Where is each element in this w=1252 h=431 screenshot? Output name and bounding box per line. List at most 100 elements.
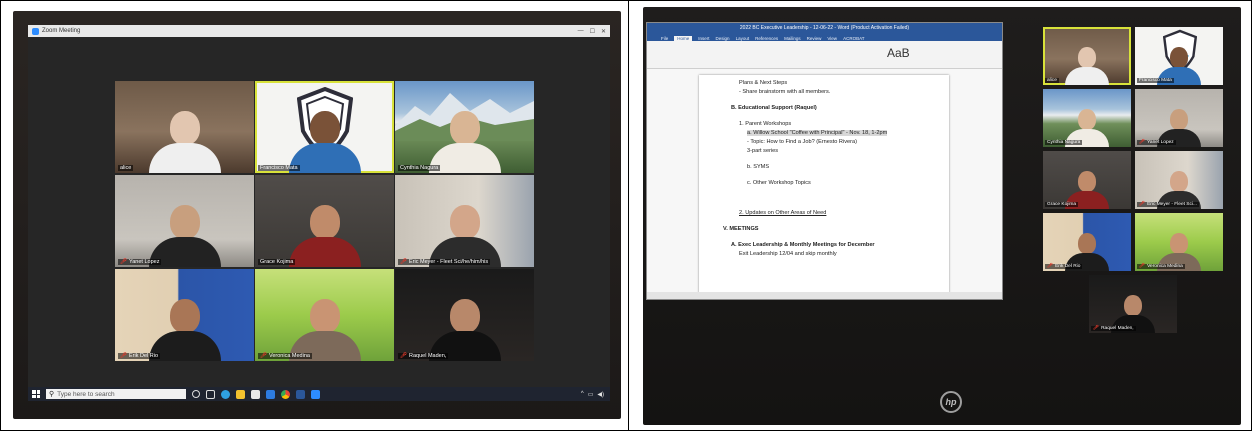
mail-icon[interactable] — [266, 389, 275, 399]
word-window: 2022 BC Executive Leadership - 12-06-22 … — [647, 23, 1002, 299]
participant-name: 🎤︎ Erik Del Rio — [118, 353, 161, 359]
store-icon[interactable] — [251, 389, 260, 399]
participant-name: 🎤︎ Eric Meyer - Fleet Sci/he/him/his — [398, 259, 491, 265]
ribbon-tabs: File Home Insert Design Layout Reference… — [647, 33, 1002, 41]
participant-video — [428, 299, 501, 361]
monitor-left: Zoom Meeting — ☐ ✕ alice Francisco Mata … — [13, 11, 621, 419]
volume-icon[interactable]: ◀) — [597, 391, 604, 398]
network-icon[interactable]: ▭ — [588, 391, 594, 398]
doc-line: 3-part series — [747, 148, 779, 154]
word-window-title: 2022 BC Executive Leadership - 12-06-22 … — [739, 25, 910, 31]
doc-line: Exit Leadership 12/04 and skip monthly — [739, 251, 837, 257]
participant-name: 🎤︎ Raquel Maden, — [1091, 326, 1136, 331]
task-view-icon[interactable] — [206, 389, 215, 399]
gallery-tile-grace-kojima[interactable]: Grace Kojima — [1043, 151, 1131, 209]
gallery-tile-erik-del-rio[interactable]: 🎤︎ Erik Del Rio — [1043, 213, 1131, 271]
word-icon[interactable] — [296, 389, 305, 399]
participant-name: Cynthia Nagura — [1045, 140, 1083, 145]
maximize-button[interactable]: ☐ — [590, 28, 595, 35]
word-titlebar: 2022 BC Executive Leadership - 12-06-22 … — [647, 23, 1002, 33]
minimize-button[interactable]: — — [578, 28, 584, 35]
participant-video — [148, 299, 221, 361]
gallery-tile-veronica-medina[interactable]: 🎤︎ Veronica Medina — [1135, 213, 1223, 271]
participant-name: Grace Kojima — [1045, 202, 1079, 207]
file-explorer-icon[interactable] — [236, 389, 245, 399]
windows-start-icon[interactable] — [32, 390, 40, 398]
gallery-tile-cynthia-nagura[interactable]: Cynthia Nagura — [1043, 89, 1131, 147]
chrome-icon[interactable] — [281, 389, 290, 399]
doc-line-highlighted: a. Willow School "Coffee with Principal"… — [747, 130, 888, 136]
participant-name: 🎤︎ Erik Del Rio — [1045, 264, 1083, 269]
edge-icon[interactable] — [221, 389, 230, 399]
doc-line: c. Other Workshop Topics — [747, 180, 811, 186]
video-tile-veronica-medina[interactable]: 🎤︎ Veronica Medina — [255, 269, 394, 361]
zoom-window-title: Zoom Meeting — [42, 28, 81, 34]
gallery-tile-eric-meyer[interactable]: 🎤︎ Eric Meyer - Fleet Sci... — [1135, 151, 1223, 209]
participant-video — [148, 111, 221, 173]
participant-video — [428, 111, 501, 173]
mic-muted-icon: 🎤︎ — [1093, 326, 1100, 331]
mic-muted-icon: 🎤︎ — [120, 353, 127, 359]
mic-muted-icon: 🎤︎ — [1139, 264, 1146, 269]
zoom-titlebar: Zoom Meeting — ☐ ✕ — [28, 25, 610, 37]
cortana-icon[interactable] — [192, 390, 200, 398]
doc-line: b. SYMS — [747, 164, 770, 170]
doc-line: Plans & Next Steps — [739, 80, 788, 86]
participant-video — [288, 299, 361, 361]
mic-muted-icon: 🎤︎ — [400, 259, 407, 265]
windows-taskbar: ⚲ Type here to search ^ ▭ ◀) — [28, 387, 610, 401]
style-gallery-sample[interactable]: AaB — [887, 46, 910, 60]
zoom-app-icon — [32, 27, 39, 35]
video-tile-grace-kojima[interactable]: Grace Kojima — [255, 175, 394, 267]
hp-logo: hp — [940, 391, 962, 413]
video-tile-raquel-maden[interactable]: 🎤︎ Raquel Maden, — [395, 269, 534, 361]
doc-heading: V. MEETINGS — [723, 226, 759, 232]
zoom-icon[interactable] — [311, 389, 320, 399]
mic-muted-icon: 🎤︎ — [1139, 140, 1146, 145]
participant-name: 🎤︎ Yanet Lopez — [118, 259, 162, 265]
video-tile-alice[interactable]: alice — [115, 81, 254, 173]
system-tray: ^ ▭ ◀) — [581, 391, 610, 398]
participant-name: alice — [1045, 78, 1059, 83]
video-tile-erik-del-rio[interactable]: 🎤︎ Erik Del Rio — [115, 269, 254, 361]
participant-video — [288, 111, 361, 173]
participant-name: alice — [118, 165, 134, 171]
mic-muted-icon: 🎤︎ — [120, 259, 127, 265]
gallery-tile-alice[interactable]: alice — [1043, 27, 1131, 85]
mic-muted-icon: 🎤︎ — [260, 353, 267, 359]
video-tile-cynthia-nagura[interactable]: Cynthia Nagura — [395, 81, 534, 173]
ribbon-toolbar: AaB — [647, 41, 1002, 69]
gallery-tile-yanet-lopez[interactable]: 🎤︎ Yanet Lopez — [1135, 89, 1223, 147]
taskbar-search-input[interactable]: ⚲ Type here to search — [46, 389, 186, 399]
chevron-up-icon[interactable]: ^ — [581, 391, 584, 398]
participant-name: 🎤︎ Veronica Medina — [1137, 264, 1185, 269]
close-button[interactable]: ✕ — [601, 28, 606, 35]
participant-name: Grace Kojima — [258, 259, 296, 265]
word-status-bar — [647, 292, 1002, 299]
right-photo-frame: 2022 BC Executive Leadership - 12-06-22 … — [628, 0, 1252, 431]
participant-name: 🎤︎ Raquel Maden, — [398, 353, 449, 359]
zoom-meeting-window: Zoom Meeting — ☐ ✕ alice Francisco Mata … — [28, 25, 610, 401]
doc-line: - Topic: How to Find a Job? (Ernesto Riv… — [747, 139, 857, 145]
left-photo-frame: Zoom Meeting — ☐ ✕ alice Francisco Mata … — [0, 0, 629, 431]
doc-line: - Share brainstorm with all members. — [739, 89, 831, 95]
video-tile-francisco-mata[interactable]: Francisco Mata — [255, 81, 394, 173]
window-controls: — ☐ ✕ — [578, 28, 610, 35]
participant-name: Francisco Mata — [258, 165, 300, 171]
video-tile-eric-meyer[interactable]: 🎤︎ Eric Meyer - Fleet Sci/he/him/his — [395, 175, 534, 267]
gallery-tile-raquel-maden[interactable]: 🎤︎ Raquel Maden, — [1089, 275, 1177, 333]
doc-heading: A. Exec Leadership & Monthly Meetings fo… — [731, 242, 875, 248]
doc-heading: B. Educational Support (Raquel) — [731, 105, 817, 111]
document-page[interactable]: Plans & Next Steps - Share brainstorm wi… — [699, 75, 949, 293]
search-placeholder: Type here to search — [57, 390, 115, 398]
participant-video — [288, 205, 361, 267]
participant-video — [148, 205, 221, 267]
monitor-right: 2022 BC Executive Leadership - 12-06-22 … — [643, 7, 1241, 425]
participant-name: Cynthia Nagura — [398, 165, 441, 171]
gallery-tile-francisco-mata[interactable]: Francisco Mata — [1135, 27, 1223, 85]
mic-muted-icon: 🎤︎ — [400, 353, 407, 359]
mic-muted-icon: 🎤︎ — [1047, 264, 1054, 269]
doc-line-underlined: 2. Updates on Other Areas of Need — [739, 210, 827, 216]
participant-name: Francisco Mata — [1137, 78, 1174, 83]
video-tile-yanet-lopez[interactable]: 🎤︎ Yanet Lopez — [115, 175, 254, 267]
